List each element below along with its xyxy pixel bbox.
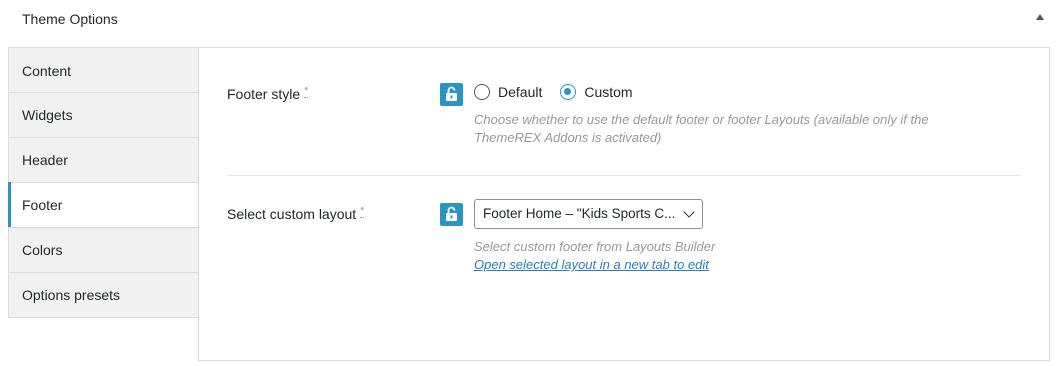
collapse-toggle-icon[interactable] bbox=[1036, 14, 1044, 20]
custom-layout-label: Select custom layout * bbox=[227, 205, 365, 222]
required-mark: * bbox=[304, 85, 309, 98]
footer-options-panel: Footer style * Default Custom Choose whet… bbox=[198, 47, 1050, 361]
tab-label: Options presets bbox=[22, 287, 121, 303]
theme-options-header: Theme Options bbox=[0, 0, 1057, 38]
divider bbox=[227, 175, 1021, 176]
tab-label: Widgets bbox=[22, 107, 73, 123]
radio-custom[interactable] bbox=[560, 84, 577, 100]
panel-title: Theme Options bbox=[22, 11, 118, 27]
custom-layout-select[interactable]: Footer Home – "Kids Sports C... bbox=[474, 199, 703, 229]
tab-label: Footer bbox=[22, 197, 63, 213]
tab-content[interactable]: Content bbox=[8, 47, 199, 93]
footer-style-description: Choose whether to use the default footer… bbox=[474, 111, 929, 147]
tab-colors[interactable]: Colors bbox=[8, 228, 199, 273]
tab-label: Colors bbox=[22, 242, 63, 258]
chevron-down-icon bbox=[683, 206, 695, 218]
tab-label: Content bbox=[22, 63, 72, 79]
select-value: Footer Home – "Kids Sports C... bbox=[483, 206, 676, 221]
custom-layout-label-text: Select custom layout bbox=[227, 206, 357, 222]
tab-header[interactable]: Header bbox=[8, 138, 199, 183]
footer-style-radio-group: Default Custom bbox=[474, 84, 651, 100]
footer-style-label-text: Footer style bbox=[227, 86, 301, 102]
tab-widgets[interactable]: Widgets bbox=[8, 93, 199, 138]
radio-default[interactable] bbox=[474, 84, 490, 100]
description-line: ThemeREX Addons is activated) bbox=[474, 130, 662, 145]
unlock-icon[interactable] bbox=[440, 203, 463, 226]
footer-style-label: Footer style * bbox=[227, 85, 309, 102]
description-line: Choose whether to use the default footer… bbox=[474, 112, 929, 127]
custom-layout-description: Select custom footer from Layouts Builde… bbox=[474, 239, 716, 254]
radio-custom-label[interactable]: Custom bbox=[584, 84, 632, 100]
options-tabs: Content Widgets Header Footer Colors Opt… bbox=[8, 47, 199, 318]
open-layout-link[interactable]: Open selected layout in a new tab to edi… bbox=[474, 257, 709, 272]
tab-label: Header bbox=[22, 152, 68, 168]
unlock-icon[interactable] bbox=[440, 83, 463, 106]
radio-default-label[interactable]: Default bbox=[498, 84, 542, 100]
required-mark: * bbox=[360, 205, 365, 218]
tab-footer[interactable]: Footer bbox=[8, 182, 199, 228]
tab-options-presets[interactable]: Options presets bbox=[8, 273, 199, 318]
